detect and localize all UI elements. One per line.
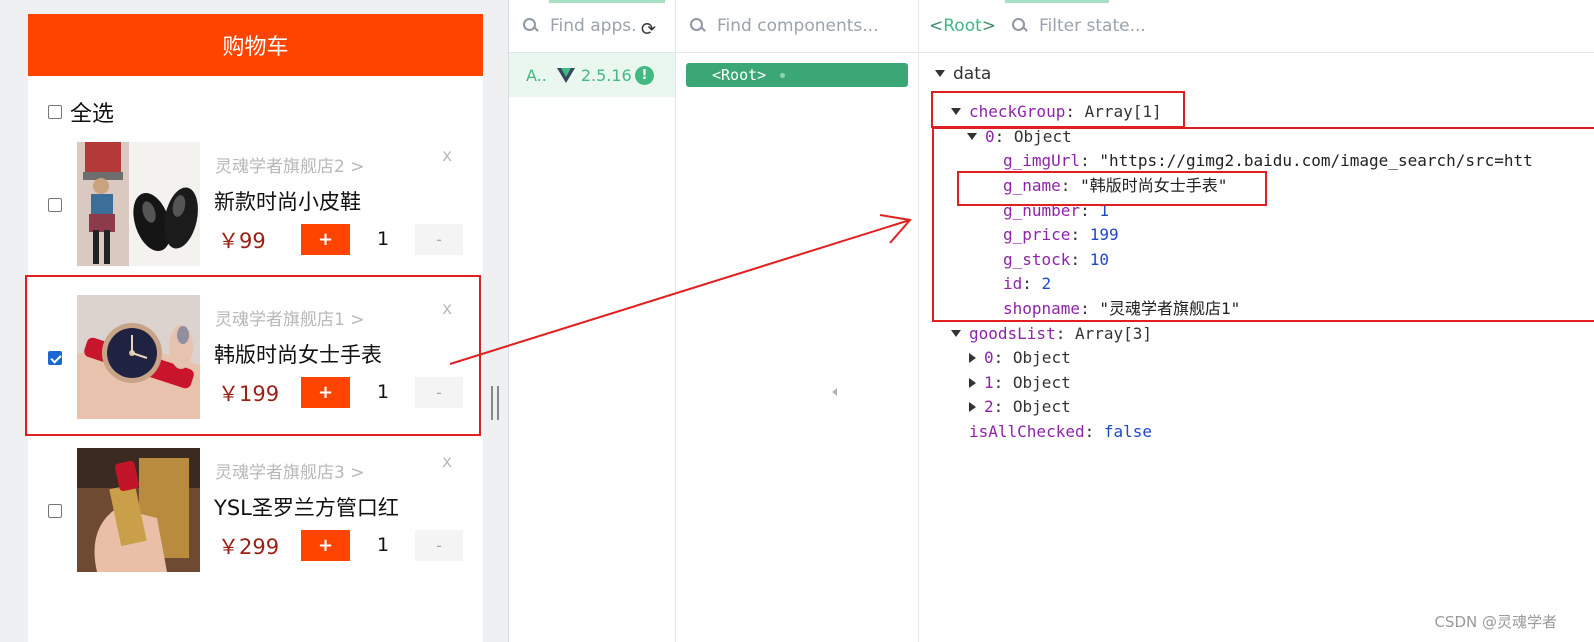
expand-arrow-icon[interactable] bbox=[935, 70, 945, 77]
state-filter-input[interactable]: Filter state... bbox=[1039, 16, 1146, 36]
product-image-shoes bbox=[77, 142, 200, 266]
active-tab-indicator bbox=[549, 0, 665, 3]
state-row-isAllChecked[interactable]: isAllChecked: false bbox=[969, 421, 1152, 443]
collapse-pane-icon[interactable] bbox=[832, 388, 837, 396]
state-row-item[interactable]: 0: Object bbox=[969, 347, 1071, 369]
state-row-g_name[interactable]: g_name: "韩版时尚女士手表" bbox=[1003, 175, 1227, 197]
expand-arrow-icon[interactable] bbox=[951, 108, 961, 115]
components-search-bar[interactable]: Find components... bbox=[676, 0, 918, 53]
increase-qty-button[interactable]: + bbox=[301, 530, 350, 561]
state-row-item[interactable]: 2: Object bbox=[969, 396, 1071, 418]
search-icon bbox=[690, 18, 706, 34]
remove-item-button[interactable]: x bbox=[442, 299, 452, 319]
product-image-lipstick bbox=[77, 448, 200, 572]
apps-column: Find apps... ⟳ A.. 2.5.16 ! bbox=[509, 0, 676, 642]
decrease-qty-button[interactable]: - bbox=[415, 530, 463, 561]
selected-component-name: <Root> bbox=[929, 16, 997, 36]
status-dot-icon bbox=[780, 72, 786, 78]
vue-version: 2.5.16 bbox=[580, 65, 632, 85]
product-name: 新款时尚小皮鞋 bbox=[214, 190, 361, 214]
product-price: ￥199 bbox=[218, 382, 280, 406]
product-price: ￥99 bbox=[218, 229, 266, 253]
state-row-item[interactable]: 1: Object bbox=[969, 372, 1071, 394]
apps-search-input[interactable]: Find apps... bbox=[550, 16, 636, 36]
vue-devtools-panel: Find apps... ⟳ A.. 2.5.16 ! Find compone… bbox=[508, 0, 1594, 642]
screenshot-root: 购物车 全选 灵魂学者旗舰店2 > x 新款时尚小皮鞋 ￥99 + 1 - 灵魂… bbox=[0, 0, 1594, 642]
shopping-cart: 购物车 全选 灵魂学者旗舰店2 > x 新款时尚小皮鞋 ￥99 + 1 - 灵魂… bbox=[28, 14, 483, 642]
refresh-icon[interactable]: ⟳ bbox=[641, 19, 656, 40]
shop-name[interactable]: 灵魂学者旗舰店3 > bbox=[215, 458, 364, 483]
select-all[interactable]: 全选 bbox=[48, 96, 114, 128]
state-row-checkGroup[interactable]: checkGroup: Array[1] bbox=[951, 101, 1162, 123]
state-row-id[interactable]: id: 2 bbox=[1003, 273, 1051, 295]
pane-resize-handle[interactable] bbox=[491, 386, 499, 420]
state-section-data[interactable]: data bbox=[935, 63, 991, 85]
expand-arrow-icon[interactable] bbox=[967, 133, 977, 140]
cart-item: 灵魂学者旗舰店1 > x 韩版时尚女士手表 ￥199 + 1 - bbox=[28, 295, 483, 419]
watermark: CSDN @灵魂学者 bbox=[1434, 613, 1557, 631]
search-icon bbox=[523, 18, 539, 34]
warning-badge-icon[interactable]: ! bbox=[635, 66, 654, 85]
increase-qty-button[interactable]: + bbox=[301, 377, 350, 408]
state-row-item[interactable]: 0: Object bbox=[967, 126, 1072, 148]
state-inspector: <Root> Filter state... data checkGroup: … bbox=[919, 0, 1594, 642]
cart-header: 购物车 bbox=[28, 14, 483, 76]
item-checkbox[interactable] bbox=[48, 504, 62, 518]
product-name: 韩版时尚女士手表 bbox=[214, 343, 382, 367]
state-row-g_stock[interactable]: g_stock: 10 bbox=[1003, 249, 1109, 271]
increase-qty-button[interactable]: + bbox=[301, 224, 350, 255]
quantity-value: 1 bbox=[377, 381, 390, 403]
cart-item: 灵魂学者旗舰店2 > x 新款时尚小皮鞋 ￥99 + 1 - bbox=[28, 142, 483, 266]
cart-title: 购物车 bbox=[222, 35, 289, 60]
active-tab-indicator bbox=[1005, 0, 1109, 3]
select-all-label: 全选 bbox=[70, 102, 115, 127]
vue-logo-icon bbox=[556, 67, 575, 83]
product-price: ￥299 bbox=[218, 535, 280, 559]
expand-arrow-icon[interactable] bbox=[969, 353, 976, 363]
expand-arrow-icon[interactable] bbox=[969, 402, 976, 412]
filter-icon bbox=[1012, 18, 1028, 34]
root-component-label: <Root> bbox=[712, 66, 767, 84]
state-row-shopname[interactable]: shopname: "灵魂学者旗舰店1" bbox=[1003, 298, 1240, 320]
shop-name[interactable]: 灵魂学者旗舰店1 > bbox=[215, 305, 364, 330]
components-search-input[interactable]: Find components... bbox=[717, 16, 878, 36]
quantity-value: 1 bbox=[377, 534, 390, 556]
state-filter-bar[interactable]: <Root> Filter state... bbox=[919, 0, 1594, 53]
product-name: YSL圣罗兰方管口红 bbox=[214, 496, 399, 520]
app-list-item[interactable]: A.. 2.5.16 ! bbox=[509, 53, 675, 97]
quantity-value: 1 bbox=[377, 228, 390, 250]
shop-name[interactable]: 灵魂学者旗舰店2 > bbox=[215, 152, 364, 177]
decrease-qty-button[interactable]: - bbox=[415, 377, 463, 408]
expand-arrow-icon[interactable] bbox=[969, 378, 976, 388]
item-checkbox[interactable] bbox=[48, 198, 62, 212]
app-name: A.. bbox=[526, 65, 547, 85]
state-row-g_number[interactable]: g_number: 1 bbox=[1003, 200, 1109, 222]
remove-item-button[interactable]: x bbox=[442, 452, 452, 472]
state-row-g_imgUrl[interactable]: g_imgUrl: "https://gimg2.baidu.com/image… bbox=[1003, 150, 1533, 172]
state-row-goodsList[interactable]: goodsList: Array[3] bbox=[951, 323, 1152, 345]
decrease-qty-button[interactable]: - bbox=[415, 224, 463, 255]
cart-item: 灵魂学者旗舰店3 > x YSL圣罗兰方管口红 ￥299 + 1 - bbox=[28, 448, 483, 572]
product-image-watch bbox=[77, 295, 200, 419]
state-row-g_price[interactable]: g_price: 199 bbox=[1003, 224, 1119, 246]
components-column: Find components... <Root> bbox=[676, 0, 919, 642]
app-preview-pane: 购物车 全选 灵魂学者旗舰店2 > x 新款时尚小皮鞋 ￥99 + 1 - 灵魂… bbox=[0, 0, 508, 642]
select-all-checkbox[interactable] bbox=[48, 105, 62, 119]
remove-item-button[interactable]: x bbox=[442, 146, 452, 166]
item-checkbox[interactable] bbox=[48, 351, 62, 365]
expand-arrow-icon[interactable] bbox=[951, 330, 961, 337]
component-tree-root[interactable]: <Root> bbox=[686, 63, 908, 87]
